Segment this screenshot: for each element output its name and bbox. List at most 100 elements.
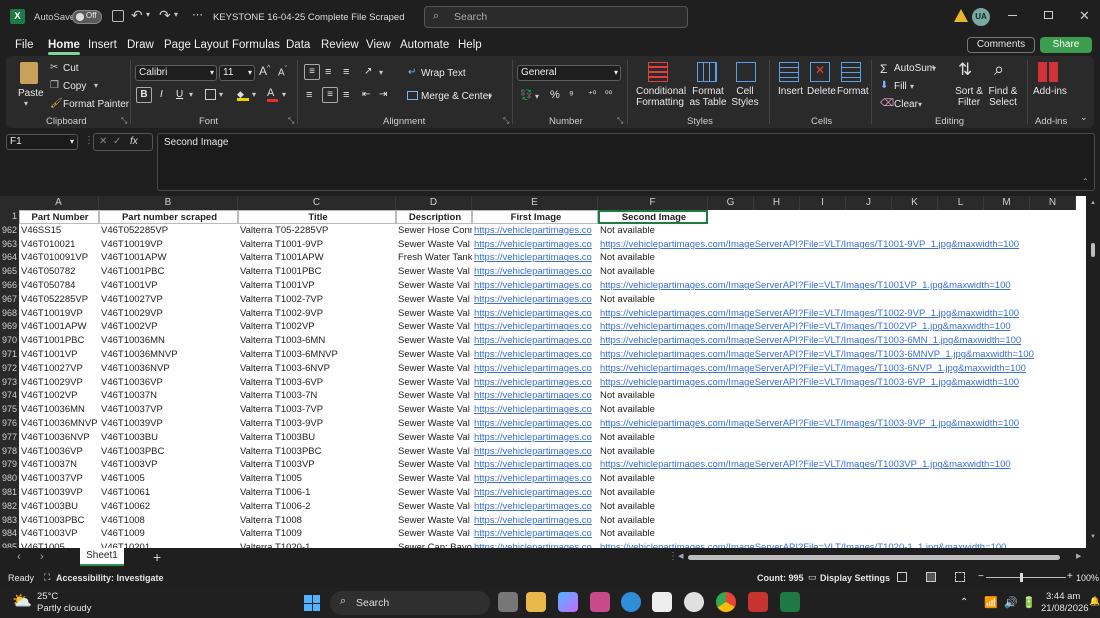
sort-filter-button[interactable]: Sort & Filter <box>952 86 986 108</box>
table-cell[interactable]: V46T10036MNVP <box>99 348 238 362</box>
table-cell[interactable]: https://vehiclepartimages.co <box>472 375 598 390</box>
sheet-tab-sheet1[interactable]: Sheet1 <box>80 548 124 566</box>
table-cell[interactable]: Not available <box>598 527 1086 541</box>
table-cell[interactable]: https://vehiclepartimages.com/ImageServe… <box>598 238 1086 252</box>
percent-icon[interactable]: % <box>550 89 560 101</box>
table-cell[interactable]: V46T10201 <box>99 541 238 548</box>
row-header[interactable]: 971 <box>0 348 19 362</box>
tab-data[interactable]: Data <box>286 39 310 51</box>
table-cell[interactable]: V46T1003BU <box>99 430 238 445</box>
column-header[interactable]: E <box>472 196 598 210</box>
paste-icon[interactable] <box>20 62 38 84</box>
row-header[interactable]: 972 <box>0 361 19 376</box>
table-cell[interactable]: Sewer Waste Val <box>396 375 472 390</box>
enter-icon[interactable]: ✓ <box>113 136 121 147</box>
close-icon[interactable]: ✕ <box>1079 8 1090 24</box>
row-header[interactable]: 967 <box>0 292 19 307</box>
row-header[interactable]: 979 <box>0 458 19 473</box>
bold-button[interactable]: B <box>136 87 152 103</box>
table-cell[interactable]: https://vehiclepartimages.co <box>472 513 598 528</box>
table-cell[interactable]: https://vehiclepartimages.co <box>472 486 598 500</box>
table-cell[interactable]: V46T1001VP <box>99 279 238 293</box>
comments-button[interactable]: Comments <box>967 37 1035 53</box>
fill-button[interactable]: Fill <box>894 81 907 92</box>
column-header[interactable]: H <box>754 196 800 210</box>
table-cell[interactable]: Sewer Waste Val <box>396 486 472 500</box>
customize-qat-icon[interactable]: ⋯ <box>192 8 203 21</box>
formula-input[interactable]: Second Image <box>157 133 1095 191</box>
paste-dropdown-icon[interactable]: ▾ <box>24 99 28 108</box>
format-cells-button[interactable]: Format <box>837 86 869 97</box>
merge-center-button[interactable]: Merge & Center <box>421 91 492 102</box>
notifications-icon[interactable]: 🔔 <box>1089 596 1100 607</box>
select-all-corner[interactable] <box>0 196 19 210</box>
insert-cells-button[interactable]: Insert <box>778 86 803 97</box>
zoom-slider-thumb[interactable] <box>1020 573 1023 582</box>
number-format-select[interactable]: General ▾ <box>517 65 621 81</box>
table-cell[interactable]: Valterra T1006-1 <box>238 486 396 500</box>
align-top-icon[interactable]: ≡ <box>304 64 320 80</box>
table-cell[interactable]: Not available <box>598 293 1086 307</box>
table-cell[interactable]: https://vehiclepartimages.co <box>472 472 598 486</box>
table-cell[interactable]: https://vehiclepartimages.co <box>472 320 598 335</box>
redo-icon[interactable]: ↷ <box>159 7 171 24</box>
user-avatar[interactable]: UA <box>972 8 990 26</box>
snipping-tool-icon[interactable] <box>590 592 610 612</box>
weather-temp[interactable]: 25°C <box>37 591 58 602</box>
scroll-left-icon[interactable]: ◀ <box>678 552 683 560</box>
row-header[interactable]: 985 <box>0 541 19 548</box>
column-header[interactable]: B <box>99 196 238 210</box>
table-cell[interactable]: Valterra T1002VP <box>238 320 396 335</box>
table-cell[interactable]: Not available <box>598 472 1086 486</box>
column-header[interactable]: D <box>396 196 472 210</box>
table-cell[interactable]: https://vehiclepartimages.co <box>472 403 598 417</box>
table-cell[interactable]: https://vehiclepartimages.co <box>472 265 598 279</box>
row-header[interactable]: 966 <box>0 279 19 293</box>
table-cell[interactable]: Sewer Waste Val <box>396 513 472 528</box>
selected-cell[interactable]: Second Image <box>598 210 708 224</box>
table-cell[interactable]: Sewer Waste Val <box>396 237 472 252</box>
column-header[interactable]: G <box>708 196 754 210</box>
copy-dropdown-icon[interactable]: ▾ <box>94 81 98 90</box>
add-sheet-icon[interactable]: + <box>153 549 161 565</box>
table-cell[interactable]: V46T10061 <box>99 486 238 500</box>
table-cell[interactable]: V46T1005 <box>99 472 238 486</box>
table-cell[interactable]: https://vehiclepartimages.co <box>472 499 598 514</box>
cut-button[interactable]: Cut <box>63 63 79 74</box>
table-cell[interactable]: V46T10037VP <box>99 403 238 417</box>
table-cell[interactable]: V46T010091VP <box>19 251 99 266</box>
fill-color-dropdown-icon[interactable]: ▾ <box>252 90 256 99</box>
volume-icon[interactable]: 🔊 <box>1004 596 1018 609</box>
table-cell[interactable]: https://vehiclepartimages.com/ImageServe… <box>598 334 1086 348</box>
name-box[interactable]: F1 ▾ <box>6 134 78 150</box>
align-bottom-icon[interactable]: ≡ <box>343 66 349 78</box>
redo-dropdown-icon[interactable]: ▾ <box>174 10 178 19</box>
row-header[interactable]: 973 <box>0 375 19 390</box>
app-icon[interactable] <box>748 592 768 612</box>
font-family-select[interactable]: Calibri ▾ <box>135 65 217 81</box>
vertical-scrollbar[interactable]: ▲ ▼ <box>1086 196 1100 548</box>
normal-view-icon[interactable] <box>897 572 907 582</box>
borders-icon[interactable] <box>205 89 216 100</box>
tab-help[interactable]: Help <box>458 39 482 51</box>
table-cell[interactable]: Not available <box>598 445 1086 459</box>
table-cell[interactable]: Sewer Waste Val <box>396 458 472 473</box>
table-cell[interactable]: V46T10036VP <box>19 444 99 459</box>
table-cell[interactable]: https://vehiclepartimages.co <box>472 334 598 348</box>
file-explorer-icon[interactable] <box>526 592 546 612</box>
insert-function-button[interactable]: fx <box>130 136 138 147</box>
row-header[interactable]: 970 <box>0 334 19 348</box>
table-cell[interactable]: V46T10029VP <box>19 375 99 390</box>
table-cell[interactable]: https://vehiclepartimages.com/ImageServe… <box>598 376 1086 390</box>
font-color-dropdown-icon[interactable]: ▾ <box>282 90 286 99</box>
table-cell[interactable]: Not available <box>598 224 1086 238</box>
display-settings-button[interactable]: Display Settings <box>820 573 890 583</box>
fill-dropdown-icon[interactable]: ▾ <box>910 82 914 91</box>
format-painter-button[interactable]: Format Painter <box>63 99 129 110</box>
column-header[interactable]: L <box>938 196 984 210</box>
table-cell[interactable]: V46T1003PBC <box>99 444 238 459</box>
next-sheet-icon[interactable]: › <box>40 551 44 563</box>
table-cell[interactable]: Valterra T1003-6MNVP <box>238 348 396 362</box>
table-cell[interactable]: V46T1009 <box>99 527 238 542</box>
underline-button[interactable]: U <box>176 89 183 100</box>
